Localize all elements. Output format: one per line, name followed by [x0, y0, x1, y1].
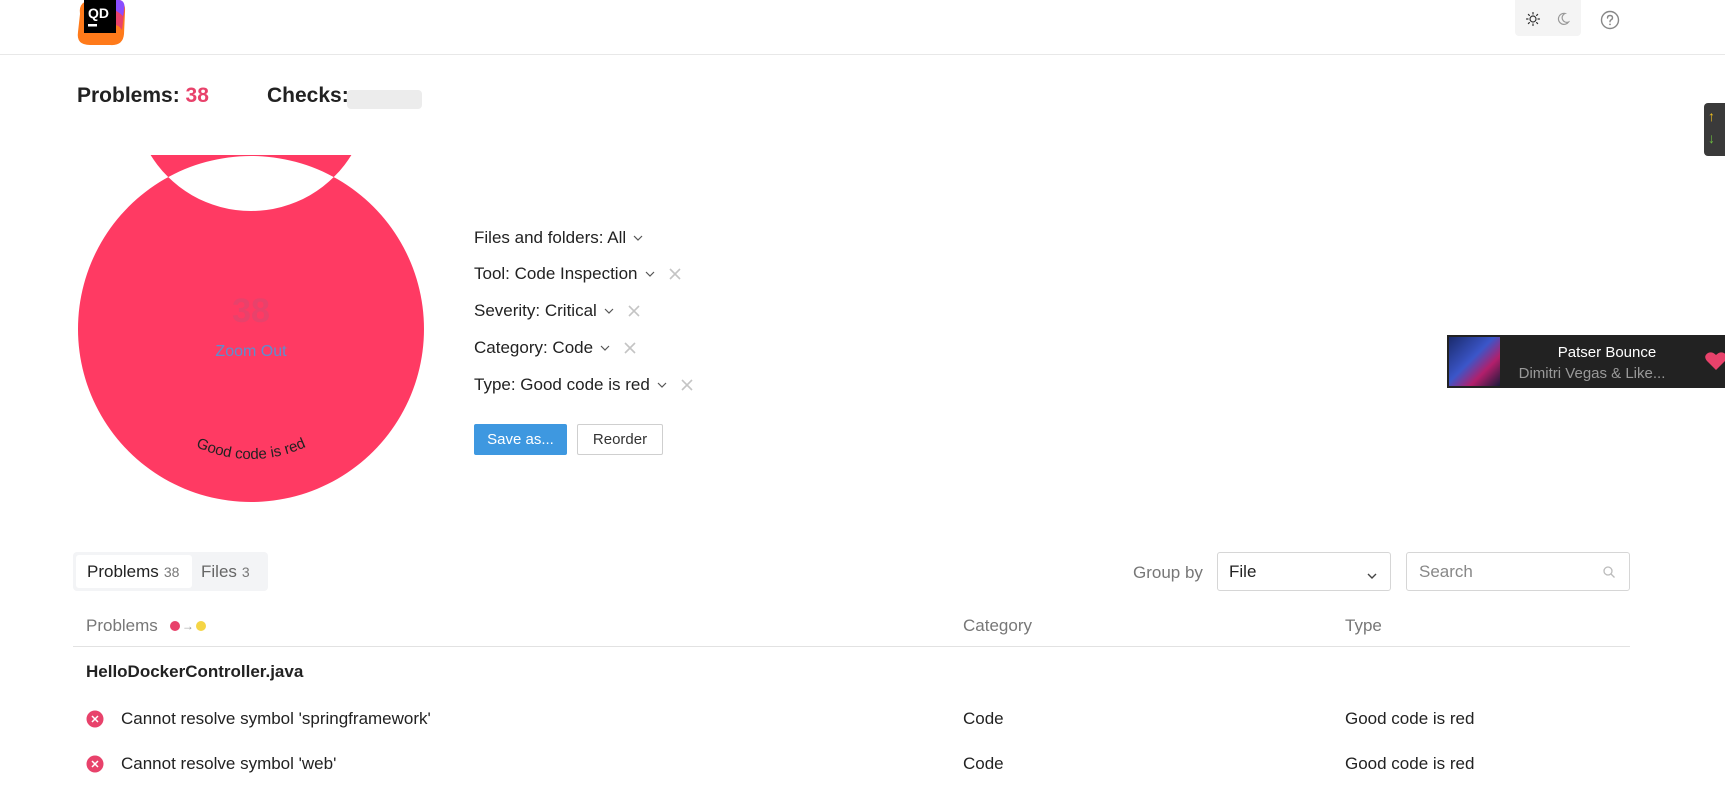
media-player-widget[interactable]: Patser Bounce Dimitri Vegas & Like...: [1447, 335, 1725, 388]
close-icon[interactable]: [668, 266, 684, 282]
search-icon: [1602, 565, 1616, 579]
chevron-down-icon: [603, 305, 615, 317]
qodana-logo[interactable]: QD: [76, 0, 126, 46]
theme-switcher: [1515, 0, 1581, 36]
column-header-category[interactable]: Category: [963, 616, 1032, 636]
filter-label: Severity: Critical: [474, 301, 597, 320]
checks-summary-label: Checks:: [267, 84, 349, 107]
filter-label: Files and folders: All: [474, 228, 627, 247]
filter-label: Tool: Code Inspection: [474, 264, 638, 283]
filter-category[interactable]: Category: Code: [474, 336, 639, 360]
sun-icon[interactable]: [1521, 7, 1545, 31]
album-art: [1449, 337, 1500, 386]
donut-center-value: 38: [232, 292, 270, 330]
top-bar: QD: [0, 0, 1725, 55]
chevron-down-icon: [644, 268, 656, 280]
error-icon: [86, 755, 104, 773]
scroll-widget[interactable]: ↑ ↓: [1704, 103, 1725, 156]
problem-category: Code: [963, 709, 1004, 728]
moon-icon[interactable]: [1551, 7, 1575, 31]
problems-summary-count: 38: [185, 84, 209, 107]
tab-count: 3: [241, 563, 250, 580]
problems-summary: Problems: 38: [77, 84, 209, 108]
heart-icon[interactable]: [1704, 351, 1725, 371]
save-as-button[interactable]: Save as...: [474, 424, 567, 455]
arrow-up-icon[interactable]: ↑: [1708, 108, 1715, 124]
checks-loading-placeholder: [347, 90, 422, 109]
problem-message: Cannot resolve symbol 'springframework': [121, 709, 431, 728]
track-title: Patser Bounce: [1557, 344, 1657, 361]
question-circle-icon[interactable]: [1598, 8, 1622, 32]
group-by-select[interactable]: File: [1217, 552, 1391, 591]
problem-type: Good code is red: [1345, 709, 1475, 728]
tab-problems[interactable]: Problems 38: [76, 555, 192, 588]
chevron-down-icon: [599, 342, 611, 354]
problem-type: Good code is red: [1345, 754, 1475, 773]
filter-tool[interactable]: Tool: Code Inspection: [474, 262, 684, 286]
zoom-out-link[interactable]: Zoom Out: [77, 343, 425, 361]
chevron-down-icon: [1366, 567, 1378, 579]
view-tabs: Problems 38 Files 3: [73, 552, 268, 591]
table-row[interactable]: Cannot resolve symbol 'web' Code Good co…: [73, 745, 1630, 785]
logo-text: QD: [88, 5, 109, 21]
chevron-down-icon: [632, 232, 644, 244]
problem-message: Cannot resolve symbol 'web': [121, 754, 337, 773]
close-icon[interactable]: [623, 340, 639, 356]
arrow-down-icon[interactable]: ↓: [1708, 130, 1715, 146]
chevron-down-icon: [656, 379, 668, 391]
file-group-header[interactable]: HelloDockerController.java: [86, 662, 303, 682]
severity-sort-indicator[interactable]: →: [169, 619, 206, 633]
filter-type[interactable]: Type: Good code is red: [474, 373, 696, 397]
problem-category: Code: [963, 754, 1004, 773]
filter-files-and-folders[interactable]: Files and folders: All: [474, 226, 644, 250]
table-header-divider: [73, 646, 1630, 647]
severity-low-dot: [195, 621, 206, 631]
group-by-value: File: [1229, 561, 1257, 581]
reorder-button[interactable]: Reorder: [577, 424, 663, 455]
problems-summary-label: Problems:: [77, 84, 180, 107]
close-icon[interactable]: [680, 377, 696, 393]
close-icon[interactable]: [627, 303, 643, 319]
error-icon: [86, 710, 104, 728]
filter-label: Type: Good code is red: [474, 375, 650, 394]
tab-files[interactable]: Files 3: [198, 555, 250, 588]
tab-label: Files: [201, 561, 237, 581]
filter-severity[interactable]: Severity: Critical: [474, 299, 643, 323]
column-header-type[interactable]: Type: [1345, 616, 1382, 636]
track-artist: Dimitri Vegas & Like...: [1518, 365, 1666, 382]
tab-label: Problems: [87, 561, 159, 581]
tab-count: 38: [163, 563, 180, 580]
arrow-right-icon: →: [181, 619, 194, 633]
group-by-label: Group by: [1133, 563, 1203, 582]
search-input[interactable]: [1406, 552, 1630, 591]
table-row[interactable]: Cannot resolve symbol 'springframework' …: [73, 700, 1630, 740]
column-header-label: Problems: [86, 616, 158, 635]
severity-high-dot: [169, 621, 180, 631]
filter-label: Category: Code: [474, 338, 594, 357]
column-header-problems[interactable]: Problems →: [86, 616, 206, 636]
